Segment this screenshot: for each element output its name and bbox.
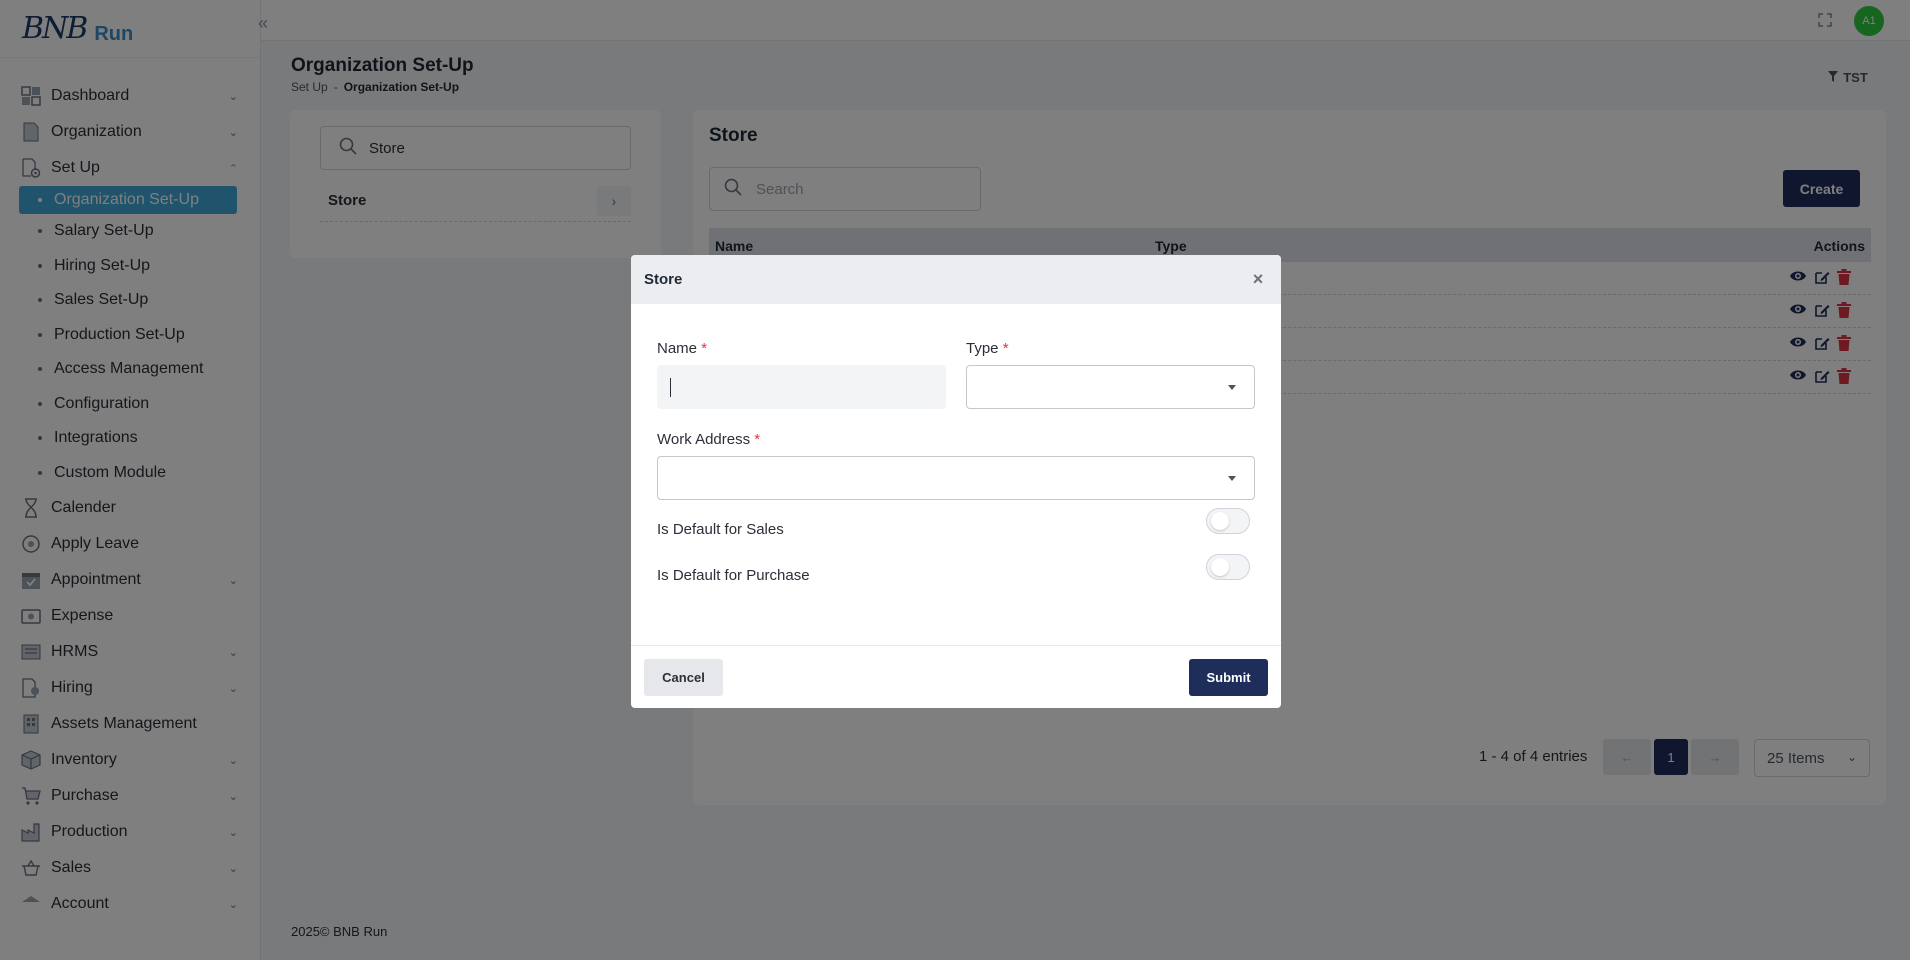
type-select[interactable] [966, 365, 1255, 409]
name-label: Name * [657, 340, 707, 357]
default-purchase-label: Is Default for Purchase [657, 567, 810, 584]
name-label-text: Name [657, 340, 698, 357]
toggle-knob [1211, 512, 1229, 530]
default-sales-toggle[interactable] [1206, 508, 1250, 534]
modal-footer: Cancel Submit [631, 645, 1281, 708]
dropdown-caret-icon [1228, 476, 1236, 481]
close-icon[interactable]: × [1249, 270, 1267, 288]
store-modal: Store × Name * Type * Work Address * Is … [631, 255, 1281, 708]
name-input[interactable] [657, 365, 946, 409]
work-address-select[interactable] [657, 456, 1255, 500]
cancel-button[interactable]: Cancel [644, 659, 723, 696]
required-mark: * [1002, 340, 1009, 357]
modal-title: Store [644, 271, 683, 288]
modal-header: Store × [631, 255, 1281, 304]
type-label-text: Type [966, 340, 999, 357]
required-mark: * [754, 431, 761, 448]
submit-button[interactable]: Submit [1189, 659, 1268, 696]
work-address-label-text: Work Address [657, 431, 751, 448]
toggle-knob [1211, 558, 1229, 576]
work-address-label: Work Address * [657, 431, 760, 448]
dropdown-caret-icon [1228, 385, 1236, 390]
default-sales-label: Is Default for Sales [657, 521, 784, 538]
text-caret [670, 378, 671, 397]
default-purchase-toggle[interactable] [1206, 554, 1250, 580]
required-mark: * [701, 340, 708, 357]
type-label: Type * [966, 340, 1009, 357]
